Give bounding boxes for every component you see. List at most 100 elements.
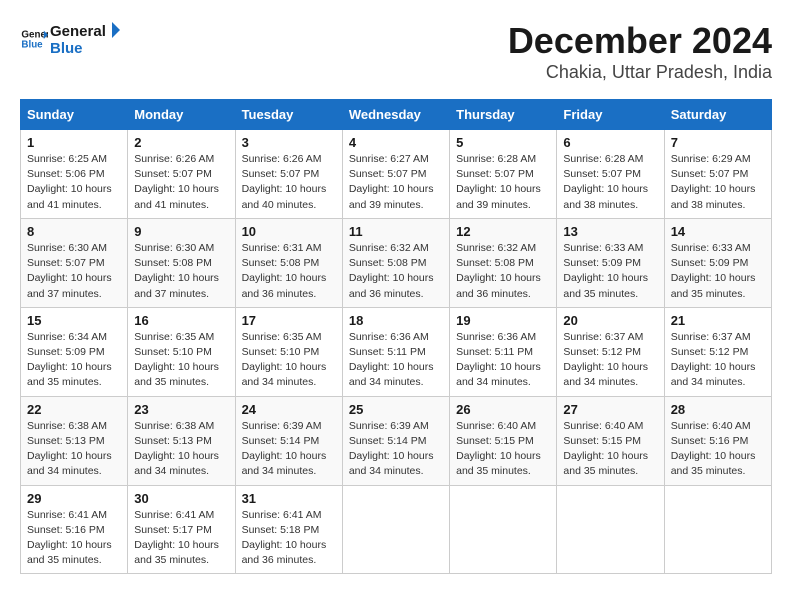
day-info: Sunrise: 6:34 AM Sunset: 5:09 PM Dayligh… — [27, 330, 121, 391]
calendar-cell: 21Sunrise: 6:37 AM Sunset: 5:12 PM Dayli… — [664, 307, 771, 396]
day-number: 6 — [563, 135, 657, 150]
logo-svg: General Blue — [50, 20, 120, 58]
calendar-cell: 8Sunrise: 6:30 AM Sunset: 5:07 PM Daylig… — [21, 218, 128, 307]
calendar-cell: 31 Sunrise: 6:41 AM Sunset: 5:18 PM Dayli… — [235, 485, 342, 574]
day-number: 12 — [456, 224, 550, 239]
calendar-cell: 16 Sunrise: 6:35 AM Sunset: 5:10 PM Dayli… — [128, 307, 235, 396]
day-info: Sunrise: 6:38 AM Sunset: 5:13 PM Dayligh… — [134, 419, 228, 480]
column-header-wednesday: Wednesday — [342, 100, 449, 130]
day-info: Sunrise: 6:28 AM Sunset: 5:07 PM Dayligh… — [456, 152, 550, 213]
day-info: Sunrise: 6:41 AM Sunset: 5:17 PM Dayligh… — [134, 508, 228, 569]
day-info: Sunrise: 6:33 AM Sunset: 5:09 PM Dayligh… — [671, 241, 765, 302]
calendar-week-row: 8Sunrise: 6:30 AM Sunset: 5:07 PM Daylig… — [21, 218, 772, 307]
header: General Blue General Blue December 2024 … — [20, 20, 772, 83]
svg-text:Blue: Blue — [21, 39, 43, 50]
calendar-cell: 18 Sunrise: 6:36 AM Sunset: 5:11 PM Dayli… — [342, 307, 449, 396]
day-number: 26 — [456, 402, 550, 417]
day-number: 2 — [134, 135, 228, 150]
svg-text:General: General — [50, 23, 106, 40]
day-number: 15 — [27, 313, 121, 328]
day-number: 31 — [242, 491, 336, 506]
day-info: Sunrise: 6:30 AM Sunset: 5:08 PM Dayligh… — [134, 241, 228, 302]
day-info: Sunrise: 6:41 AM Sunset: 5:18 PM Dayligh… — [242, 508, 336, 569]
calendar-table: SundayMondayTuesdayWednesdayThursdayFrid… — [20, 99, 772, 574]
calendar-cell: 17 Sunrise: 6:35 AM Sunset: 5:10 PM Dayli… — [235, 307, 342, 396]
title-area: December 2024 Chakia, Uttar Pradesh, Ind… — [508, 20, 772, 83]
main-title: December 2024 — [508, 20, 772, 62]
column-header-sunday: Sunday — [21, 100, 128, 130]
calendar-cell: 10 Sunrise: 6:31 AM Sunset: 5:08 PM Dayli… — [235, 218, 342, 307]
day-number: 4 — [349, 135, 443, 150]
calendar-cell: 24 Sunrise: 6:39 AM Sunset: 5:14 PM Dayli… — [235, 396, 342, 485]
day-info: Sunrise: 6:36 AM Sunset: 5:11 PM Dayligh… — [456, 330, 550, 391]
calendar-header-row: SundayMondayTuesdayWednesdayThursdayFrid… — [21, 100, 772, 130]
column-header-tuesday: Tuesday — [235, 100, 342, 130]
day-number: 11 — [349, 224, 443, 239]
day-number: 1 — [27, 135, 121, 150]
day-info: Sunrise: 6:41 AM Sunset: 5:16 PM Dayligh… — [27, 508, 121, 569]
day-number: 30 — [134, 491, 228, 506]
calendar-week-row: 22 Sunrise: 6:38 AM Sunset: 5:13 PM Dayli… — [21, 396, 772, 485]
column-header-friday: Friday — [557, 100, 664, 130]
day-info: Sunrise: 6:39 AM Sunset: 5:14 PM Dayligh… — [242, 419, 336, 480]
day-number: 21 — [671, 313, 765, 328]
day-info: Sunrise: 6:35 AM Sunset: 5:10 PM Dayligh… — [134, 330, 228, 391]
day-info: Sunrise: 6:40 AM Sunset: 5:16 PM Dayligh… — [671, 419, 765, 480]
calendar-cell: 5 Sunrise: 6:28 AM Sunset: 5:07 PM Daylig… — [450, 130, 557, 219]
day-info: Sunrise: 6:30 AM Sunset: 5:07 PM Dayligh… — [27, 241, 121, 302]
day-number: 24 — [242, 402, 336, 417]
calendar-cell: 27 Sunrise: 6:40 AM Sunset: 5:15 PM Dayli… — [557, 396, 664, 485]
day-info: Sunrise: 6:33 AM Sunset: 5:09 PM Dayligh… — [563, 241, 657, 302]
day-number: 3 — [242, 135, 336, 150]
calendar-cell — [664, 485, 771, 574]
calendar-cell: 22 Sunrise: 6:38 AM Sunset: 5:13 PM Dayli… — [21, 396, 128, 485]
logo-icon: General Blue — [20, 25, 48, 53]
day-number: 22 — [27, 402, 121, 417]
day-number: 28 — [671, 402, 765, 417]
day-number: 23 — [134, 402, 228, 417]
day-info: Sunrise: 6:40 AM Sunset: 5:15 PM Dayligh… — [456, 419, 550, 480]
day-info: Sunrise: 6:28 AM Sunset: 5:07 PM Dayligh… — [563, 152, 657, 213]
day-info: Sunrise: 6:25 AM Sunset: 5:06 PM Dayligh… — [27, 152, 121, 213]
day-info: Sunrise: 6:39 AM Sunset: 5:14 PM Dayligh… — [349, 419, 443, 480]
calendar-cell: 12Sunrise: 6:32 AM Sunset: 5:08 PM Dayli… — [450, 218, 557, 307]
calendar-cell: 7 Sunrise: 6:29 AM Sunset: 5:07 PM Daylig… — [664, 130, 771, 219]
day-number: 27 — [563, 402, 657, 417]
calendar-cell — [450, 485, 557, 574]
calendar-cell: 28 Sunrise: 6:40 AM Sunset: 5:16 PM Dayli… — [664, 396, 771, 485]
calendar-cell: 1 Sunrise: 6:25 AM Sunset: 5:06 PM Daylig… — [21, 130, 128, 219]
calendar-cell: 13Sunrise: 6:33 AM Sunset: 5:09 PM Dayli… — [557, 218, 664, 307]
calendar-week-row: 15 Sunrise: 6:34 AM Sunset: 5:09 PM Dayli… — [21, 307, 772, 396]
calendar-cell: 14Sunrise: 6:33 AM Sunset: 5:09 PM Dayli… — [664, 218, 771, 307]
day-number: 5 — [456, 135, 550, 150]
calendar-cell: 19Sunrise: 6:36 AM Sunset: 5:11 PM Dayli… — [450, 307, 557, 396]
calendar-cell — [342, 485, 449, 574]
day-info: Sunrise: 6:36 AM Sunset: 5:11 PM Dayligh… — [349, 330, 443, 391]
calendar-cell: 9 Sunrise: 6:30 AM Sunset: 5:08 PM Daylig… — [128, 218, 235, 307]
calendar-cell: 6 Sunrise: 6:28 AM Sunset: 5:07 PM Daylig… — [557, 130, 664, 219]
calendar-cell: 11 Sunrise: 6:32 AM Sunset: 5:08 PM Dayli… — [342, 218, 449, 307]
day-number: 17 — [242, 313, 336, 328]
day-number: 16 — [134, 313, 228, 328]
day-number: 7 — [671, 135, 765, 150]
calendar-cell: 26 Sunrise: 6:40 AM Sunset: 5:15 PM Dayli… — [450, 396, 557, 485]
day-info: Sunrise: 6:29 AM Sunset: 5:07 PM Dayligh… — [671, 152, 765, 213]
day-info: Sunrise: 6:31 AM Sunset: 5:08 PM Dayligh… — [242, 241, 336, 302]
day-number: 10 — [242, 224, 336, 239]
day-number: 18 — [349, 313, 443, 328]
day-number: 29 — [27, 491, 121, 506]
column-header-monday: Monday — [128, 100, 235, 130]
column-header-thursday: Thursday — [450, 100, 557, 130]
column-header-saturday: Saturday — [664, 100, 771, 130]
subtitle: Chakia, Uttar Pradesh, India — [508, 62, 772, 83]
day-info: Sunrise: 6:40 AM Sunset: 5:15 PM Dayligh… — [563, 419, 657, 480]
day-info: Sunrise: 6:32 AM Sunset: 5:08 PM Dayligh… — [349, 241, 443, 302]
day-info: Sunrise: 6:38 AM Sunset: 5:13 PM Dayligh… — [27, 419, 121, 480]
day-info: Sunrise: 6:35 AM Sunset: 5:10 PM Dayligh… — [242, 330, 336, 391]
day-number: 25 — [349, 402, 443, 417]
calendar-cell: 30 Sunrise: 6:41 AM Sunset: 5:17 PM Dayli… — [128, 485, 235, 574]
calendar-cell: 15 Sunrise: 6:34 AM Sunset: 5:09 PM Dayli… — [21, 307, 128, 396]
calendar-cell: 3Sunrise: 6:26 AM Sunset: 5:07 PM Daylig… — [235, 130, 342, 219]
calendar-cell — [557, 485, 664, 574]
day-number: 9 — [134, 224, 228, 239]
